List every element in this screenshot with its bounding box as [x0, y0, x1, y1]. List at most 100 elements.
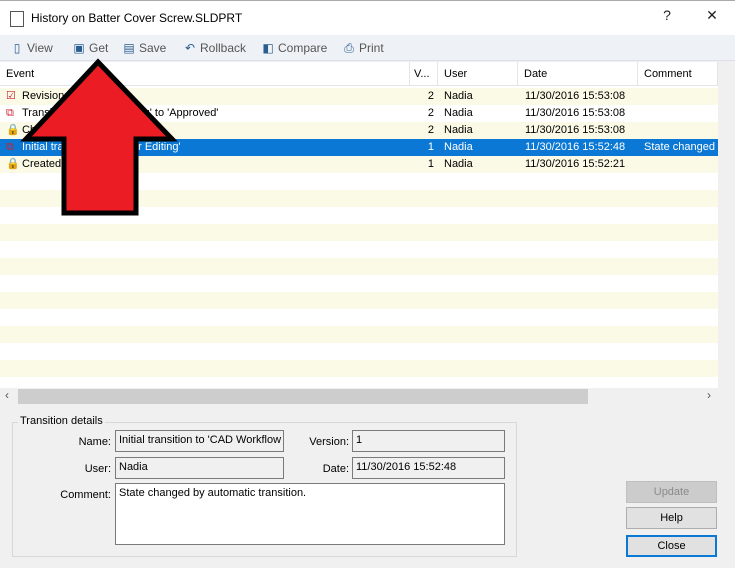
name-field[interactable]: Initial transition to 'CAD Workflow [115, 430, 284, 452]
transition-icon: ⧉ [6, 107, 14, 119]
column-user[interactable]: User [438, 62, 518, 86]
help-dialog-button[interactable]: Help [626, 507, 717, 529]
date-label: Date: [322, 463, 349, 475]
compare-label: Compare [278, 41, 328, 55]
compare-icon: ◧ [262, 41, 274, 55]
empty-row [0, 343, 718, 360]
toolbar: ▯ View ▣ Get ▤ Save ↶ Rollback ◧ Compare ⎙ Pri… [0, 35, 735, 61]
event-text: Initial tra [22, 141, 64, 153]
comment-cell [644, 122, 718, 139]
comment-field[interactable]: State changed by automatic transition. [115, 483, 505, 545]
print-label: Print [359, 41, 384, 55]
date-cell: 11/30/2016 15:53:08 [525, 124, 626, 136]
view-icon: ▯ [13, 41, 21, 55]
transition-icon: ⧉ [6, 141, 14, 153]
empty-row [0, 173, 718, 190]
date-cell: 11/30/2016 15:52:48 [525, 141, 626, 153]
empty-row [0, 190, 718, 207]
comment-text: State changed by automatic transition. [119, 487, 307, 499]
empty-row [0, 224, 718, 241]
column-comment[interactable]: Comment [638, 62, 718, 86]
comment-cell [644, 88, 718, 105]
user-cell: Nadia [444, 141, 473, 153]
empty-row [0, 241, 718, 258]
date-cell: 11/30/2016 15:53:08 [525, 90, 626, 102]
empty-row [0, 377, 718, 388]
date-cell: 11/30/2016 15:53:08 [525, 107, 626, 119]
save-icon: ▤ [123, 41, 135, 55]
table-row[interactable]: ⧉ Initial tra er Editing' 1 Nadia 11/30/… [0, 139, 718, 156]
scroll-right-icon[interactable]: › [707, 388, 711, 402]
compare-button[interactable]: ◧ Compare [261, 41, 327, 55]
title-bar: History on Batter Cover Screw.SLDPRT ? ✕ [0, 0, 735, 35]
empty-row [0, 207, 718, 224]
version-cell: 1 [427, 158, 434, 170]
comment-cell: State changed [644, 141, 715, 153]
column-event[interactable]: Event [0, 62, 410, 86]
date-cell: 11/30/2016 15:52:21 [525, 158, 626, 170]
table-row[interactable]: ⧉ Transi ting' to 'Approved' 2 Nadia 11/… [0, 105, 718, 122]
event-text-rest: ting' to 'Approved' [132, 107, 219, 119]
list-header: Event V... User Date Comment [0, 62, 718, 86]
version-label: Version: [309, 436, 349, 448]
window-title: History on Batter Cover Screw.SLDPRT [31, 11, 243, 25]
column-date[interactable]: Date [518, 62, 638, 86]
rollback-label: Rollback [200, 41, 247, 55]
version-cell: 2 [427, 124, 434, 136]
close-button[interactable]: Close [626, 535, 717, 557]
save-button[interactable]: ▤ Save [122, 41, 166, 55]
event-text: Ch [22, 124, 37, 136]
empty-row [0, 258, 718, 275]
table-row[interactable]: 🔒 Created 1 Nadia 11/30/2016 15:52:21 [0, 156, 718, 173]
event-text: Revision: [22, 90, 68, 102]
scroll-thumb[interactable] [18, 389, 588, 404]
close-window-button[interactable]: ✕ [697, 7, 727, 24]
column-version[interactable]: V... [410, 62, 438, 86]
scroll-left-icon[interactable]: ‹ [5, 388, 9, 402]
history-icon [10, 11, 24, 27]
user-label: User: [84, 463, 111, 475]
update-button[interactable]: Update [626, 481, 717, 503]
version-cell: 2 [427, 90, 434, 102]
empty-row [0, 275, 718, 292]
comment-label: Comment: [60, 489, 111, 501]
table-row[interactable]: ☑ Revision: 2 Nadia 11/30/2016 15:53:08 [0, 88, 718, 105]
created-lock-icon: 🔒 [6, 158, 20, 170]
comment-cell [644, 156, 718, 173]
checkin-lock-icon: 🔒 [6, 124, 20, 136]
print-button[interactable]: ⎙ Print [342, 41, 384, 55]
print-icon: ⎙ [344, 41, 354, 55]
view-button[interactable]: ▯ View [10, 41, 53, 55]
user-cell: Nadia [444, 107, 473, 119]
name-label: Name: [78, 436, 111, 448]
horizontal-scrollbar[interactable]: ‹ › [0, 388, 735, 405]
version-cell: 1 [427, 141, 434, 153]
empty-row [0, 309, 718, 326]
view-label: View [27, 41, 53, 55]
revision-check-icon: ☑ [6, 90, 16, 102]
rollback-icon: ↶ [184, 41, 196, 55]
user-cell: Nadia [444, 124, 473, 136]
help-button[interactable]: ? [652, 7, 682, 23]
group-title: Transition details [18, 415, 105, 427]
event-text: Transi [22, 107, 53, 119]
get-label: Get [89, 41, 109, 55]
rollback-button[interactable]: ↶ Rollback [183, 41, 246, 55]
event-text-rest: er Editing' [132, 141, 181, 153]
user-cell: Nadia [444, 90, 473, 102]
user-field[interactable]: Nadia [115, 457, 284, 479]
vertical-scroll-area [718, 62, 735, 388]
save-label: Save [139, 41, 167, 55]
date-field[interactable]: 11/30/2016 15:52:48 [352, 457, 505, 479]
get-button[interactable]: ▣ Get [72, 41, 108, 55]
comment-cell [644, 105, 718, 122]
empty-row [0, 360, 718, 377]
event-text: Created [22, 158, 62, 170]
version-cell: 2 [427, 107, 434, 119]
table-row[interactable]: 🔒 Ch 2 Nadia 11/30/2016 15:53:08 [0, 122, 718, 139]
user-cell: Nadia [444, 158, 473, 170]
empty-row [0, 292, 718, 309]
get-icon: ▣ [73, 41, 85, 55]
version-field[interactable]: 1 [352, 430, 505, 452]
history-list[interactable]: Event V... User Date Comment ☑ Revision:… [0, 62, 735, 388]
